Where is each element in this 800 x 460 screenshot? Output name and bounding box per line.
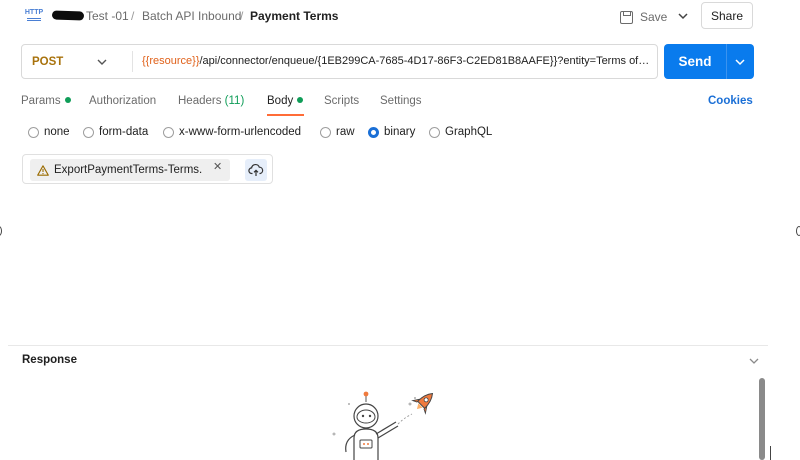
radio-binary-circle [368, 126, 379, 138]
save-label: Save [640, 10, 668, 24]
radio-raw-circle [320, 126, 331, 138]
file-name: ExportPaymentTerms-Terms... [54, 164, 202, 176]
tab-headers-label: Headers [178, 95, 222, 107]
radio-urlencoded-label: x-www-form-urlencoded [179, 126, 302, 138]
radio-raw[interactable]: raw [320, 126, 355, 138]
response-collapse-chevron-down-icon[interactable] [748, 356, 760, 366]
remove-file-close-icon[interactable]: ✕ [213, 160, 222, 173]
cloud-upload-icon[interactable] [245, 159, 267, 181]
selected-file-chip[interactable]: ExportPaymentTerms-Terms... [30, 159, 230, 181]
astronaut-rocket-illustration [332, 391, 434, 460]
method-divider [132, 51, 133, 72]
radio-binary[interactable]: binary [368, 126, 415, 138]
radio-form-data[interactable]: form-data [83, 126, 148, 138]
header-bar: HTTP Test -01 / Batch API Inbound / Paym… [0, 0, 800, 34]
text-cursor [770, 446, 771, 460]
send-options-chevron-down-icon[interactable] [733, 57, 747, 67]
save-options-chevron-down-icon[interactable] [676, 8, 690, 24]
headers-count: (11) [224, 95, 245, 107]
send-button[interactable]: Send [664, 44, 726, 79]
tab-params[interactable]: Params [21, 95, 71, 107]
radio-graphql-circle [429, 126, 440, 138]
body-status-dot [297, 97, 304, 103]
save-icon [620, 10, 633, 24]
request-tabs: Params Authorization Headers (11) Body S… [21, 92, 761, 116]
tab-body[interactable]: Body [267, 95, 304, 107]
response-scrollbar[interactable] [759, 378, 765, 460]
url-variable: {{resource}} [142, 55, 200, 67]
share-button[interactable]: Share [701, 2, 753, 29]
left-pane-resize-handle[interactable] [0, 226, 2, 236]
http-request-icon: HTTP [24, 8, 44, 24]
right-pane-resize-handle[interactable] [796, 226, 800, 236]
radio-form-data-label: form-data [99, 126, 149, 138]
tab-authorization[interactable]: Authorization [89, 95, 156, 107]
radio-binary-label: binary [384, 126, 416, 138]
params-status-dot [64, 97, 71, 103]
warning-icon [37, 164, 49, 176]
http-icon-label: HTTP [24, 9, 44, 16]
breadcrumb-separator: / [131, 9, 135, 23]
send-button-group: Send [664, 44, 754, 79]
radio-graphql[interactable]: GraphQL [429, 126, 492, 138]
tab-settings[interactable]: Settings [380, 95, 422, 107]
radio-none[interactable]: none [28, 126, 70, 138]
method-chevron-down-icon[interactable] [96, 57, 108, 67]
page-title[interactable]: Payment Terms [250, 9, 338, 23]
body-type-radio-group: none form-data x-www-form-urlencoded raw… [28, 126, 628, 142]
response-title: Response [22, 354, 77, 366]
tab-headers[interactable]: Headers (11) [178, 95, 244, 107]
radio-urlencoded-circle [163, 126, 174, 138]
radio-graphql-label: GraphQL [445, 126, 493, 138]
redacted-workspace-name [51, 10, 85, 21]
tab-params-label: Params [21, 95, 61, 107]
active-tab-indicator [267, 114, 304, 116]
url-path: /api/connector/enqueue/{1EB299CA-7685-4D… [199, 55, 653, 67]
radio-raw-label: raw [336, 126, 355, 138]
breadcrumb-collection[interactable]: Test -01 [86, 9, 129, 23]
tab-body-label: Body [267, 95, 294, 107]
url-input[interactable]: {{resource}}/api/connector/enqueue/{1EB2… [142, 45, 652, 78]
radio-none-label: none [44, 126, 70, 138]
breadcrumb-folder[interactable]: Batch API Inbound [142, 9, 241, 23]
request-url-bar: POST {{resource}}/api/connector/enqueue/… [21, 44, 658, 79]
radio-none-circle [28, 126, 39, 138]
send-divider [726, 44, 727, 79]
cookies-link[interactable]: Cookies [708, 95, 753, 107]
binary-file-picker: ExportPaymentTerms-Terms... ✕ [22, 154, 273, 184]
breadcrumb-separator: / [240, 9, 244, 23]
response-divider[interactable] [8, 345, 768, 346]
radio-form-data-circle [83, 126, 94, 138]
method-label: POST [32, 55, 64, 68]
tab-scripts[interactable]: Scripts [324, 95, 359, 107]
radio-x-www-form-urlencoded[interactable]: x-www-form-urlencoded [163, 126, 301, 138]
save-button[interactable]: Save [620, 8, 667, 26]
